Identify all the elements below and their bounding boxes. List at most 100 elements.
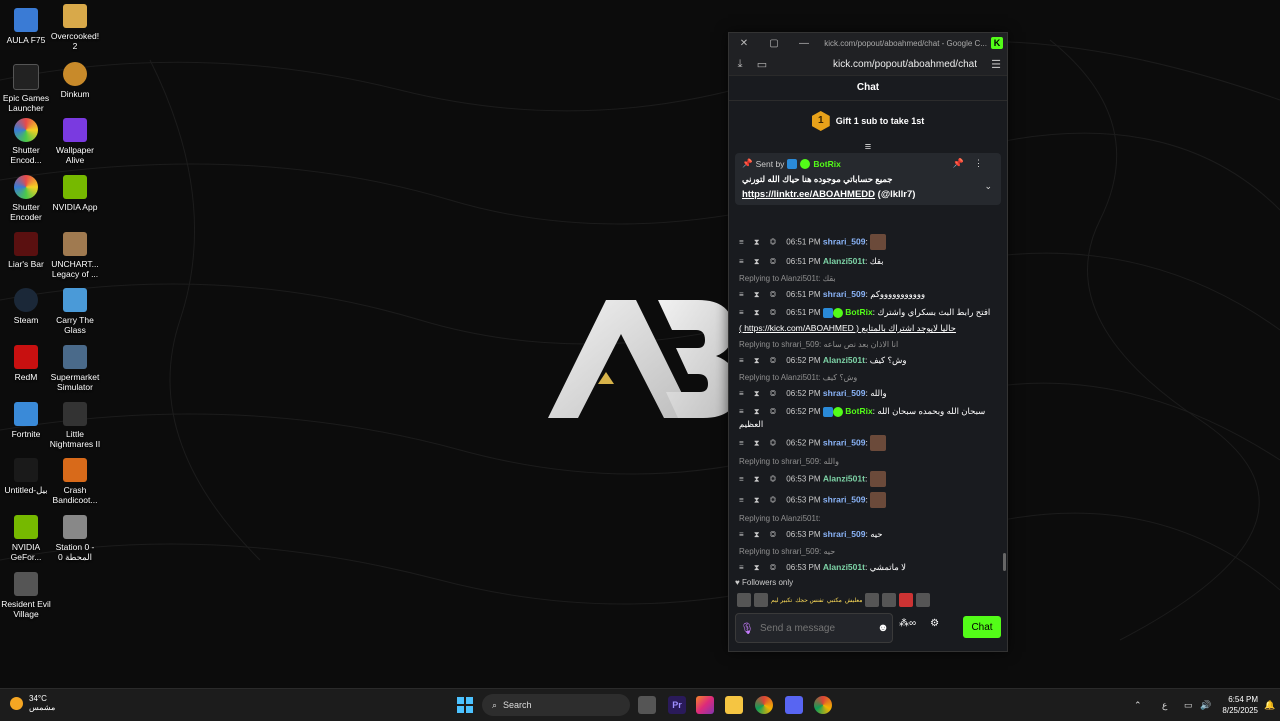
desktop-icon-redm[interactable]: RedM [0,345,52,382]
desktop-icon-liars-bar[interactable]: Liar's Bar [0,232,52,269]
desktop-icon-shutter-encoder[interactable]: Shutter Encoder [0,175,52,222]
followers-only-label: Followers only [741,578,794,587]
chat-message: ≡ ⧗ ◎ 06:53 PM shrari_509: حيه [739,528,1007,541]
message-username[interactable]: shrari_509 [823,529,866,539]
emote-text[interactable]: مكتبي [827,597,842,604]
emote[interactable] [882,593,897,607]
message-badge-icons: ≡ ⧗ ◎ [739,389,787,398]
desktop-icon-uncharted[interactable]: UNCHART... Legacy of ... [49,232,101,279]
desktop-icon-overcooked[interactable]: Overcooked! 2 [49,4,101,51]
reply-context[interactable]: Replying to shrari_509: والله [739,457,1007,466]
message-username[interactable]: shrari_509 [823,494,866,504]
emote[interactable] [865,593,880,607]
network-icon[interactable]: ▭ [1184,689,1193,721]
start-button[interactable] [457,697,473,713]
taskbar-clock[interactable]: 6:54 PM 8/25/2025 [1222,694,1258,716]
download-icon[interactable]: ⤓ [729,58,751,71]
notification-icon[interactable]: 🔔 [1264,689,1275,721]
emoji-icon[interactable]: ☻ [874,622,892,634]
reply-context[interactable]: Replying to Alanzi501t: وش؟ كيف [739,373,1007,382]
message-username[interactable]: Alanzi501t [823,562,865,572]
desktop-icon-untitled[interactable]: Untitled-بيل [0,458,52,495]
desktop-icon-crash-bandicoot[interactable]: Crash Bandicoot... [49,458,101,505]
maximize-window-button[interactable]: ▢ [759,38,789,49]
message-badge-icons: ≡ ⧗ ◎ [739,290,787,299]
desktop-icon-dinkum[interactable]: Dinkum [49,62,101,99]
ab-logo [548,300,738,418]
message-text: افتح رابط البث بسكراي واشترك [877,307,991,317]
chrome-icon[interactable] [814,696,832,714]
pinned-bot-name[interactable]: BotRix [813,159,840,169]
message-username[interactable]: shrari_509 [823,388,866,398]
steam-icon [14,288,38,312]
desktop-icon-station-0[interactable]: Station 0 - المحطة 0 [49,515,101,562]
emote[interactable] [754,593,768,607]
desktop-icon-aula-f75[interactable]: AULA F75 [0,8,52,45]
wallpaper-alive-icon [63,118,87,142]
desktop-icon-nvidia-app[interactable]: NVIDIA App [49,175,101,212]
emote-text[interactable]: تفنس حجك [795,597,823,604]
message-username[interactable]: shrari_509 [823,437,866,447]
desktop-icon-carry-the-glass[interactable]: Carry The Glass [49,288,101,335]
message-input[interactable] [758,621,874,635]
tray-overflow-icon[interactable]: ⌃ [1134,689,1142,721]
close-window-button[interactable]: ✕ [729,38,759,49]
desktop-icon-little-nightmares[interactable]: Little Nightmares II [49,402,101,449]
bot-badge-icon [787,158,798,169]
input-language[interactable]: ع [1162,689,1167,721]
emote[interactable] [916,593,931,607]
file-explorer-icon[interactable] [725,696,743,714]
chevron-down-icon[interactable]: ⌄ [984,181,992,192]
settings-gear-icon[interactable]: ⚙ [930,618,939,629]
message-username[interactable]: shrari_509 [823,236,866,246]
kicks-icon[interactable]: ⁂∞ [899,618,916,629]
emote-text[interactable]: تكبير ليم [771,597,792,604]
instagram-icon[interactable] [696,696,714,714]
emote-image [870,435,887,451]
desktop-icon-shutter-encod[interactable]: Shutter Encod... [0,118,52,165]
desktop-icon-steam[interactable]: Steam [0,288,52,325]
desktop-icon-resident-evil[interactable]: Resident Evil Village [0,572,52,619]
discord-icon[interactable] [785,696,803,714]
reply-context[interactable]: Replying to Alanzi501t: [739,514,1007,523]
gift-leaderboard[interactable]: 1 Gift 1 sub to take 1st [729,101,1007,141]
emote[interactable] [737,593,751,607]
weather-widget[interactable]: 34°C مشمس [10,694,55,712]
reply-context[interactable]: Replying to shrari_509: انا الاذان بعد ن… [739,340,1007,349]
mic-icon[interactable]: 🎙 [736,622,758,635]
pinned-link[interactable]: https://linktr.ee/ABOAHMEDD [742,189,875,200]
message-username[interactable]: BotRix [845,406,872,416]
reply-context[interactable]: Replying to Alanzi501t: بقك [739,274,1007,283]
message-link-line[interactable]: ( https://kick.com/ABOAHMED ) حاليا لايو… [739,322,1007,334]
desktop-icon-supermarket-simulator[interactable]: Supermarket Simulator [49,345,101,392]
message-username[interactable]: Alanzi501t [823,473,865,483]
desktop-icon-nvidia-geforce[interactable]: NVIDIA GeFor... [0,515,52,562]
filter-icon[interactable]: ≡ [729,141,1007,153]
message-badge-icons: ≡ ⧗ ◎ [739,495,787,505]
message-username[interactable]: BotRix [845,307,872,317]
clock-date: 8/25/2025 [1222,706,1258,715]
pinned-message[interactable]: 📌 Sent by BotRix جميع حساباتي موجوده هنا… [735,153,1001,205]
send-chat-button[interactable]: Chat [963,616,1001,638]
site-settings-icon[interactable]: ☰ [985,58,1007,71]
desktop-icon-fortnite[interactable]: Fortnite [0,402,52,439]
minimize-window-button[interactable]: — [789,38,819,49]
taskbar-search[interactable]: ⌕ Search [482,694,630,716]
url-text[interactable]: kick.com/popout/aboahmed/chat [773,59,985,70]
desktop-icon-wallpaper-alive[interactable]: Wallpaper Alive [49,118,101,165]
chrome-icon[interactable] [755,696,773,714]
chat-scrollbar[interactable] [1003,553,1006,571]
message-username[interactable]: Alanzi501t [823,256,865,266]
emote[interactable] [899,593,914,607]
message-username[interactable]: Alanzi501t [823,355,865,365]
emote-text[interactable]: معليش [845,597,863,604]
reply-context[interactable]: Replying to shrari_509: حيه [739,547,1007,556]
volume-icon[interactable]: 🔊 [1200,689,1211,721]
pin-toggle-icon[interactable]: 📌 [953,158,974,168]
premiere-pro-icon[interactable]: Pr [668,696,686,714]
message-username[interactable]: shrari_509 [823,289,866,299]
desktop-icon-epic-games[interactable]: Epic Games Launcher [0,64,52,113]
task-view-icon[interactable] [638,696,656,714]
cast-icon[interactable]: ▭ [751,58,773,71]
more-options-icon[interactable]: ⋮ [974,158,993,168]
